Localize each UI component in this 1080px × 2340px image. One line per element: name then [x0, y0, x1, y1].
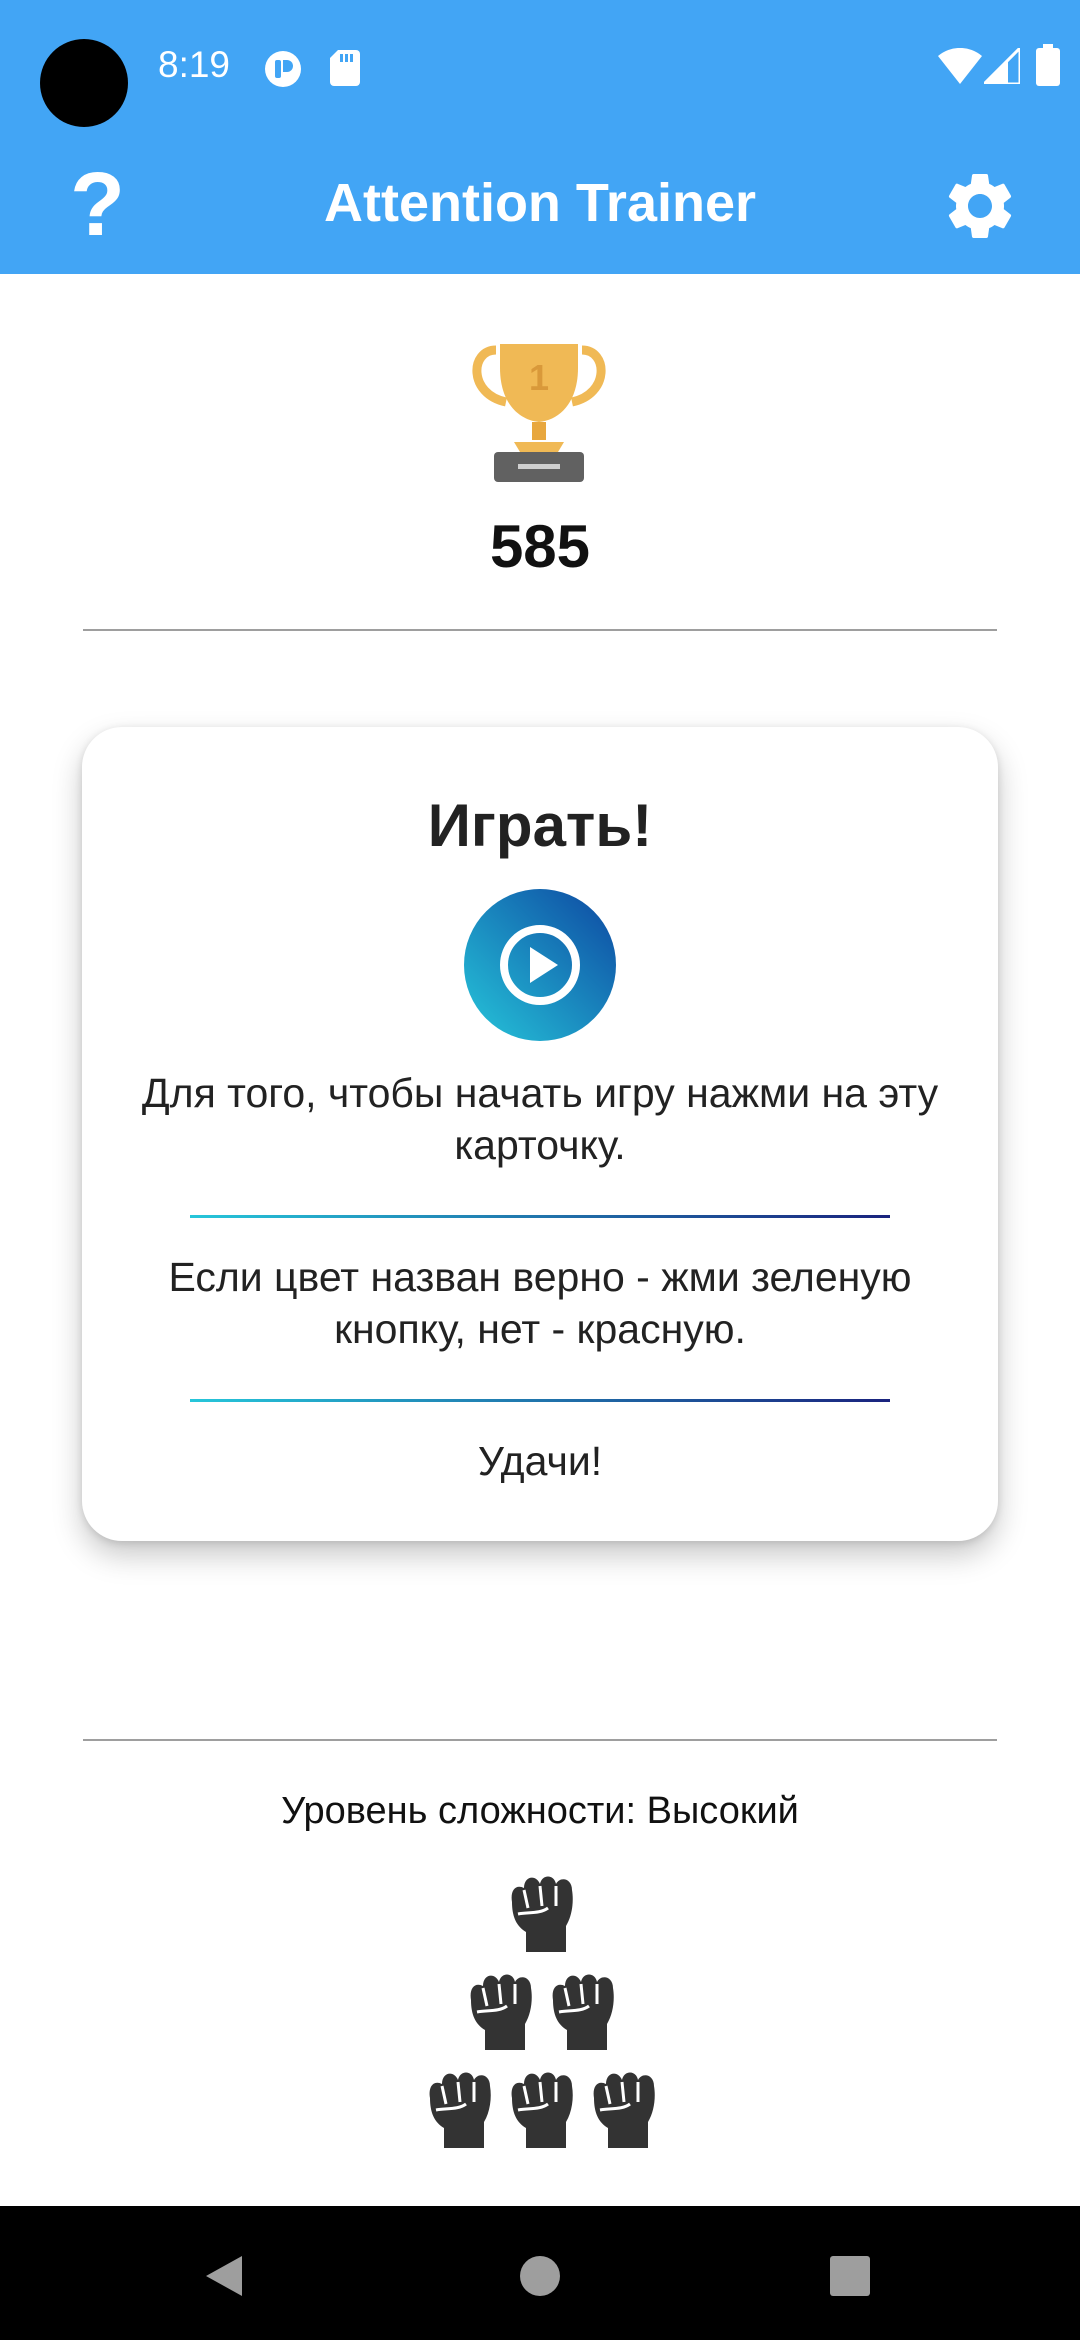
good-luck-text: Удачи! [477, 1438, 603, 1484]
fist-icon [469, 1973, 534, 2052]
play-icon[interactable] [464, 889, 616, 1041]
fist-icon [510, 1875, 575, 1954]
fist-icon [551, 1973, 616, 2052]
back-icon[interactable] [202, 2254, 246, 2298]
fist-icon [592, 2071, 657, 2150]
card-title: Играть! [427, 792, 653, 859]
wifi-icon [938, 48, 982, 84]
fist-icon [428, 2071, 493, 2150]
instruction-text: Для того, чтобы начать игру нажми на эту… [141, 1070, 939, 1168]
camera-cutout [40, 39, 128, 127]
gradient-divider [190, 1399, 890, 1402]
trophy-icon: 1 [472, 344, 606, 482]
divider [83, 629, 997, 631]
status-time: 8:19 [158, 44, 231, 85]
recents-icon[interactable] [830, 2256, 870, 2296]
divider [83, 1739, 997, 1741]
sd-card-icon [330, 50, 360, 86]
system-nav-bar [0, 2206, 1080, 2340]
home-icon[interactable] [518, 2254, 562, 2298]
app-bar: 8:19 ? Attention Trainer [0, 0, 1080, 274]
fist-icon [510, 2071, 575, 2150]
notification-icon [265, 51, 301, 87]
gradient-divider [190, 1215, 890, 1218]
app-title: Attention Trainer [323, 173, 757, 233]
play-card[interactable]: Играть! Для того, чтобы начать игру нажм… [82, 727, 998, 1541]
gear-icon[interactable] [940, 166, 1020, 246]
rules-text: Если цвет назван верно - жми зеленую кно… [168, 1254, 912, 1352]
svg-text:1: 1 [529, 357, 549, 398]
score-value: 585 [489, 513, 591, 580]
signal-icon [984, 48, 1020, 84]
difficulty-label: Уровень сложности: Высокий [281, 1790, 799, 1832]
battery-icon [1036, 44, 1060, 86]
